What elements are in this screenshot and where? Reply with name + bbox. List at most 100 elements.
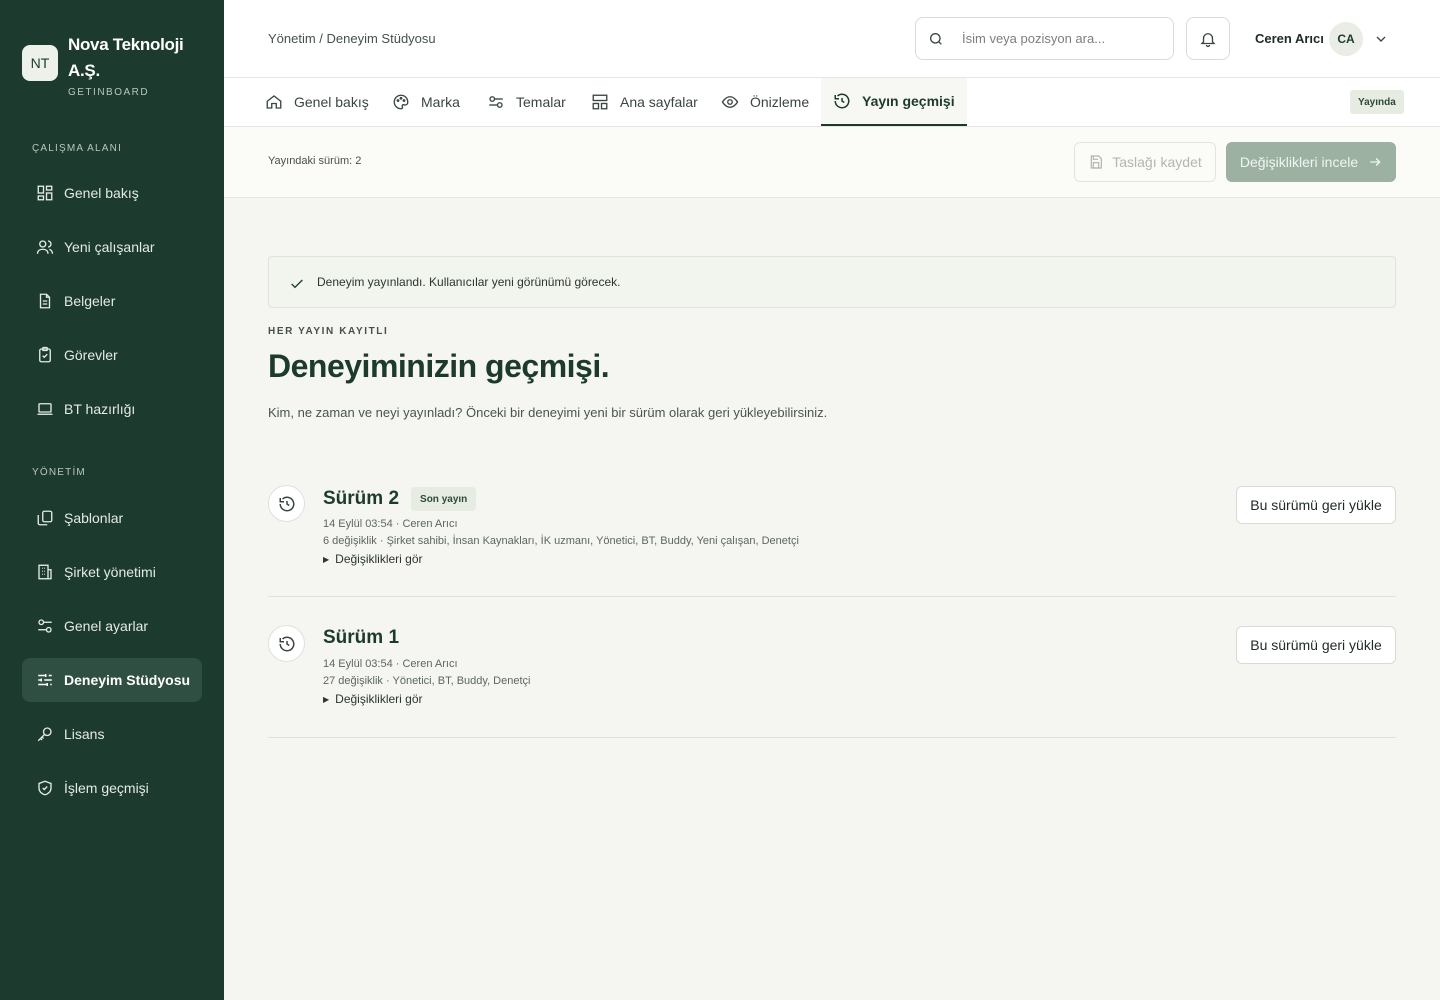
sidebar-item-label: Deneyim Stüdyosu (64, 672, 191, 688)
sidebar-item-tasks[interactable]: Görevler (22, 333, 202, 377)
avatar[interactable]: CA (1329, 22, 1363, 56)
eye-icon (721, 96, 739, 108)
page-title: Deneyiminizin geçmişi. (268, 348, 610, 384)
sidebar-item-new-employees[interactable]: Yeni çalışanlar (22, 225, 202, 269)
check-icon (291, 279, 303, 289)
search-icon (930, 32, 942, 45)
brand-name: Nova Teknoloji A.Ş. (68, 35, 184, 80)
tab-label: Ana sayfalar (620, 94, 698, 110)
user-name[interactable]: Ceren Arıcı (1255, 31, 1324, 46)
version-meta: 14 Eylül 03:54 · Ceren Arıcı (323, 518, 458, 530)
sidebar-item-label: Şirket yönetimi (64, 564, 156, 580)
triangle-right-icon: ▶ (323, 694, 330, 704)
tab-home-pages[interactable]: Ana sayfalar (591, 78, 698, 126)
toggles-icon (489, 96, 503, 108)
sidebar-item-overview[interactable]: Genel bakış (22, 171, 202, 215)
tab-label: Önizleme (750, 94, 810, 110)
version-history-icon-wrap (268, 485, 305, 522)
tab-label: Temalar (516, 94, 566, 110)
brand-subtitle: GETINBOARD (68, 87, 150, 98)
sidebar-item-label: BT hazırlığı (64, 401, 136, 417)
history-icon (279, 636, 294, 651)
history-icon (279, 496, 294, 511)
sidebar-item-label: Yeni çalışanlar (64, 239, 155, 255)
tab-overview[interactable]: Genel bakış (265, 78, 369, 126)
tab-bar: Genel bakış Marka Temalar Ana sayfalar Ö… (224, 78, 1440, 127)
building-icon (38, 564, 52, 580)
restore-version-button[interactable]: Bu sürümü geri yükle (1236, 486, 1396, 524)
version-item: Sürüm 2 Son yayın 14 Eylül 03:54 · Ceren… (268, 470, 1396, 597)
triangle-right-icon: ▶ (323, 554, 330, 564)
sidebar-item-it-readiness[interactable]: BT hazırlığı (22, 387, 202, 431)
brand: NT Nova Teknoloji A.Ş. GETINBOARD (22, 32, 198, 98)
top-bar: Yönetim / Deneyim Stüdyosu Ceren Arıcı C… (224, 0, 1440, 78)
sidebar-item-label: Şablonlar (64, 510, 124, 526)
settings-sliders-icon (38, 619, 52, 633)
latest-badge: Son yayın (411, 487, 477, 511)
sidebar-item-activity-log[interactable]: İşlem geçmişi (22, 766, 202, 810)
sidebar-item-label: Genel bakış (64, 185, 139, 201)
tab-label: Genel bakış (294, 94, 369, 110)
breadcrumb: Yönetim / Deneyim Stüdyosu (268, 31, 436, 46)
save-draft-label: Taslağı kaydet (1112, 154, 1202, 170)
sidebar-item-documents[interactable]: Belgeler (22, 279, 202, 323)
save-icon (1090, 155, 1103, 169)
sliders-icon (38, 674, 52, 686)
brand-logo: NT (22, 45, 58, 81)
sidebar-item-templates[interactable]: Şablonlar (22, 496, 202, 540)
key-icon (37, 727, 52, 742)
see-changes-label: Değişiklikleri gör (335, 692, 423, 706)
sidebar-item-label: İşlem geçmişi (64, 780, 149, 796)
success-alert: Deneyim yayınlandı. Kullanıcılar yeni gö… (268, 256, 1396, 308)
section-label-workspace: ÇALIŞMA ALANI (32, 143, 123, 154)
sidebar-item-label: Belgeler (64, 293, 116, 309)
version-title: Sürüm 1 (323, 627, 400, 648)
sidebar-item-label: Görevler (64, 347, 118, 363)
tab-preview[interactable]: Önizleme (721, 78, 809, 126)
version-meta: 14 Eylül 03:54 · Ceren Arıcı (323, 658, 458, 670)
copy-icon (37, 510, 53, 526)
see-changes-label: Değişiklikleri gör (335, 552, 423, 566)
version-title: Sürüm 2 (323, 488, 400, 509)
sidebar-item-experience-studio[interactable]: Deneyim Stüdyosu (22, 658, 202, 702)
save-draft-button[interactable]: Taslağı kaydet (1074, 142, 1216, 182)
notifications-button[interactable] (1186, 17, 1230, 60)
version-changes: 6 değişiklik · Şirket sahibi, İnsan Kayn… (323, 535, 799, 547)
layout-icon (592, 94, 608, 110)
tab-themes[interactable]: Temalar (487, 78, 566, 126)
tab-brand[interactable]: Marka (392, 78, 460, 126)
shield-check-icon (38, 780, 52, 796)
arrow-right-icon (1370, 158, 1381, 166)
history-icon (834, 93, 850, 109)
chevron-down-icon[interactable] (1373, 31, 1389, 47)
restore-version-button[interactable]: Bu sürümü geri yükle (1236, 626, 1396, 664)
review-changes-button[interactable]: Değişiklikleri incele (1226, 142, 1396, 182)
home-icon (266, 95, 282, 109)
search-input[interactable] (962, 31, 1152, 46)
sidebar: NT Nova Teknoloji A.Ş. GETINBOARD ÇALIŞM… (0, 0, 224, 1000)
tab-label: Marka (421, 94, 460, 110)
document-icon (39, 293, 51, 309)
review-changes-label: Değişiklikleri incele (1239, 154, 1359, 170)
search-box[interactable] (915, 17, 1174, 60)
dashboard-icon (37, 185, 53, 201)
eyebrow-label: HER YAYIN KAYITLI (268, 326, 389, 337)
tab-label: Yayın geçmişi (862, 93, 955, 109)
see-changes-toggle[interactable]: ▶ Değişiklikleri gör (323, 692, 423, 706)
clipboard-check-icon (39, 346, 51, 363)
sidebar-item-general-settings[interactable]: Genel ayarlar (22, 604, 202, 648)
version-item: Sürüm 1 14 Eylül 03:54 · Ceren Arıcı 27 … (268, 597, 1396, 738)
alert-text: Deneyim yayınlandı. Kullanıcılar yeni gö… (317, 275, 621, 289)
sidebar-item-company-management[interactable]: Şirket yönetimi (22, 550, 202, 594)
laptop-icon (37, 403, 53, 415)
palette-icon (393, 94, 409, 110)
page-description: Kim, ne zaman ve neyi yayınladı? Önceki … (268, 405, 828, 420)
tab-publish-history[interactable]: Yayın geçmişi (821, 78, 967, 126)
see-changes-toggle[interactable]: ▶ Değişiklikleri gör (323, 552, 423, 566)
sidebar-item-label: Genel ayarlar (64, 618, 149, 634)
sidebar-item-label: Lisans (64, 726, 105, 742)
version-changes: 27 değişiklik · Yönetici, BT, Buddy, Den… (323, 675, 531, 687)
bell-icon (1200, 32, 1216, 47)
status-badge: Yayında (1350, 90, 1404, 114)
sidebar-item-license[interactable]: Lisans (22, 712, 202, 756)
